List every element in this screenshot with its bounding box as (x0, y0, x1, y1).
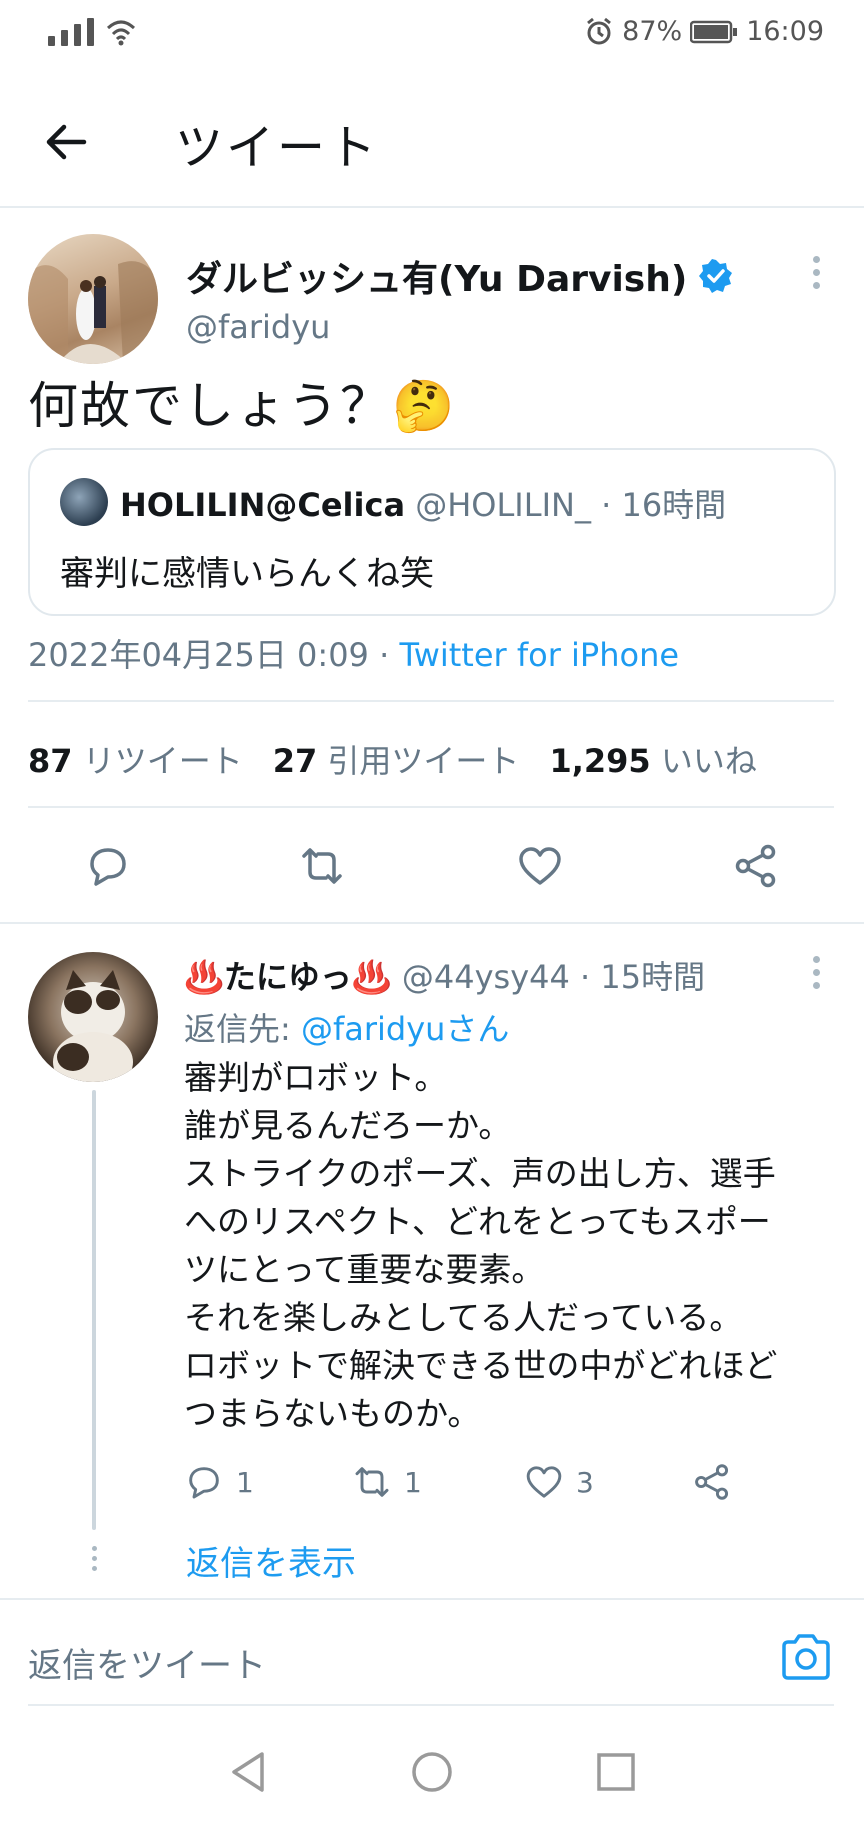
retweet-button[interactable] (298, 842, 346, 894)
retweet-count: 1 (404, 1465, 422, 1499)
reply-retweet-button[interactable]: 1 (352, 1462, 422, 1502)
divider (0, 922, 864, 924)
avatar-photo (28, 261, 158, 364)
reply-author-name[interactable]: ♨️たにゆっ♨️ (184, 958, 392, 996)
reply-text: 審判がロボット。 誰が見るんだろーか。 ストライクのポーズ、声の出し方、選手 へ… (184, 1054, 777, 1438)
retweets-count: 87 (28, 742, 73, 780)
share-button[interactable] (732, 842, 780, 894)
quoted-author-name: HOLILIN@Celica (120, 486, 406, 524)
show-replies-link[interactable]: 返信を表示 (186, 1536, 356, 1585)
quotes-stat[interactable]: 27 引用ツイート (273, 736, 520, 782)
retweets-label: リツイート (82, 742, 243, 780)
quoted-avatar (60, 478, 108, 526)
retweet-icon (355, 1467, 389, 1497)
like-count: 3 (576, 1465, 594, 1499)
reply-text-line: それを楽しみとしてる人だっている。 (184, 1298, 743, 1337)
triangle-back-icon (232, 1752, 264, 1792)
quoted-author-handle: @HOLILIN_ (415, 486, 591, 524)
divider (28, 1704, 834, 1706)
quoted-text: 審判に感情いらんくね笑 (60, 554, 434, 594)
reply-to-handle[interactable]: @faridyuさん (301, 1010, 509, 1048)
share-icon (695, 1464, 729, 1500)
reply-to-prefix: 返信先: (184, 1010, 301, 1048)
quoted-time: · 16時間 (601, 486, 727, 524)
clock: 16:09 (746, 16, 824, 47)
reply-like-button[interactable]: 3 (524, 1462, 594, 1502)
quotes-count: 27 (272, 742, 318, 780)
divider (28, 806, 834, 808)
share-icon (735, 844, 776, 888)
divider (0, 1598, 864, 1600)
tweet-source-link[interactable]: Twitter for iPhone (399, 636, 679, 674)
reply-composer-input[interactable]: 返信をツイート (28, 1638, 266, 1687)
thread-line (92, 1090, 96, 1530)
author-name[interactable]: ダルビッシュ有(Yu Darvish) (186, 250, 687, 302)
retweets-stat[interactable]: 87 リツイート (28, 736, 243, 782)
reply-time: · 15時間 (580, 958, 706, 996)
reply-text-line: つまらないものか。 (184, 1394, 481, 1433)
reply-more-options-icon[interactable] (811, 956, 821, 989)
more-options-icon[interactable] (811, 256, 821, 289)
reply-button[interactable] (84, 842, 132, 894)
reply-share-button[interactable] (692, 1462, 732, 1506)
circle-home-icon (412, 1752, 452, 1792)
reply-reply-button[interactable]: 1 (184, 1462, 254, 1502)
back-button[interactable] (42, 118, 90, 166)
reply-text-line: 審判がロボット。 (184, 1058, 448, 1097)
alarm-icon (587, 17, 612, 44)
quotes-label: 引用ツイート (327, 742, 520, 780)
reply-text-line: へのリスペクト、どれをとってもスポー (184, 1202, 771, 1241)
battery-icon (690, 20, 738, 43)
author-handle[interactable]: @faridyu (186, 308, 330, 346)
heart-icon (519, 847, 561, 885)
retweet-icon (302, 848, 342, 884)
camera-button[interactable] (780, 1632, 832, 1686)
reply-text-line: 誰が見るんだろーか。 (184, 1106, 512, 1145)
tweet-text: 何故でしょう？🤔 (28, 377, 457, 435)
reply-author-avatar[interactable] (28, 952, 158, 1082)
square-recents-icon (597, 1753, 635, 1791)
nav-home-button[interactable] (410, 1750, 454, 1798)
reply-count: 1 (236, 1465, 254, 1499)
tweet-date: 2022年04月25日 0:09 · (28, 636, 400, 674)
thread-dots-icon (89, 1546, 99, 1571)
reply-text-line: ストライクのポーズ、声の出し方、選手 (184, 1154, 776, 1193)
reply-text-line: ロボットで解決できる世の中がどれほど (184, 1346, 778, 1385)
back-arrow-icon (46, 124, 87, 160)
app-bar: ツイート (0, 76, 864, 208)
battery-percent: 87% (622, 16, 683, 47)
verified-badge-icon (699, 259, 733, 293)
camera-icon (782, 1634, 830, 1680)
reply-icon (189, 1467, 219, 1499)
wifi-icon (106, 20, 136, 46)
reply-icon (90, 848, 126, 886)
likes-stat[interactable]: 1,295 いいね (549, 736, 756, 782)
status-bar: 87% 16:09 (0, 0, 864, 76)
reply-author-handle[interactable]: @44ysy44 (402, 958, 570, 996)
signal-icon (48, 18, 136, 46)
author-avatar[interactable] (28, 234, 158, 364)
likes-count: 1,295 (549, 742, 651, 780)
likes-label: いいね (660, 742, 757, 780)
heart-icon (526, 1466, 562, 1498)
page-title: ツイート (175, 120, 380, 176)
divider (28, 700, 834, 702)
reply-text-line: ツにとって重要な要素。 (184, 1250, 545, 1289)
like-button[interactable] (516, 842, 564, 894)
nav-recents-button[interactable] (596, 1752, 636, 1796)
nav-back-button[interactable] (228, 1750, 270, 1798)
quoted-tweet[interactable]: HOLILIN@Celica @HOLILIN_ · 16時間 審判に感情いらん… (28, 448, 836, 616)
cat-photo (53, 970, 133, 1082)
